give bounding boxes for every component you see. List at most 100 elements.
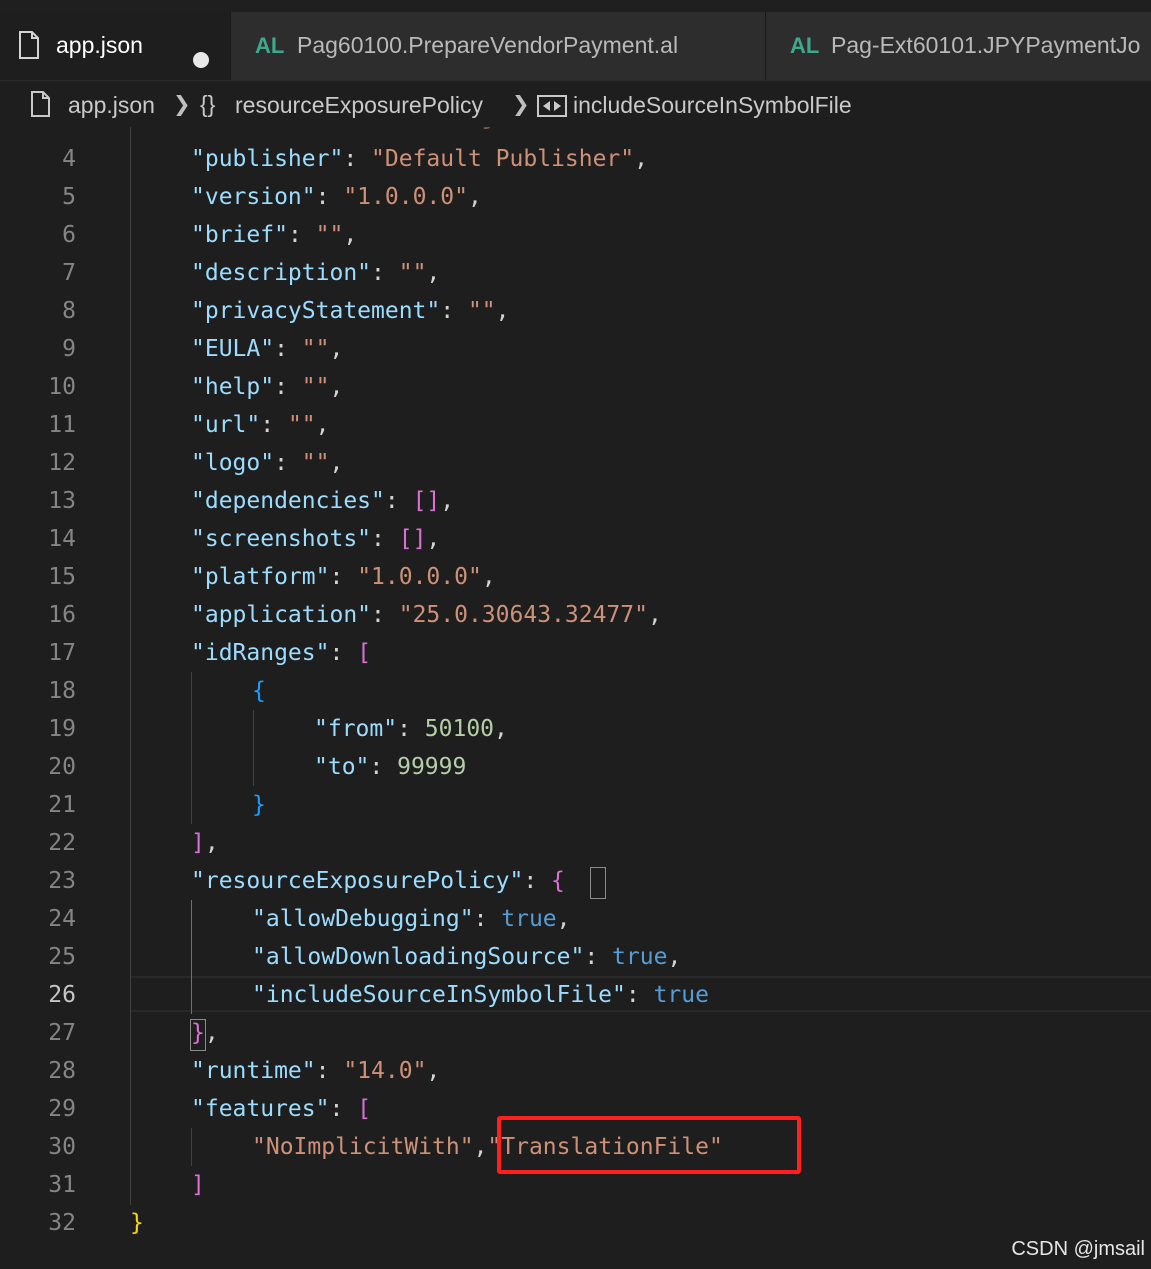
code-line: 26 "includeSourceInSymbolFile": true [0, 977, 1151, 1015]
line-number: 32 [48, 1210, 76, 1236]
line-number: 28 [48, 1058, 76, 1084]
al-file-icon: AL [790, 33, 820, 58]
code-line: 23 "resourceExposurePolicy": { [0, 863, 1151, 901]
line-text: } [130, 1210, 144, 1236]
line-text: "brief": "", [191, 222, 358, 248]
title-strip [0, 0, 1151, 12]
line-text: "publisher": "Default Publisher", [191, 146, 648, 172]
tab-label: Pag60100.PrepareVendorPayment.al [297, 32, 679, 58]
line-number: 12 [48, 450, 76, 476]
code-line: 10 "help": "", [0, 369, 1151, 407]
line-number: 24 [48, 906, 76, 932]
line-text: "features": [ [191, 1096, 372, 1122]
code-line: 15 "platform": "1.0.0.0", [0, 559, 1151, 597]
line-number: 14 [48, 526, 76, 552]
line-number: 30 [48, 1134, 76, 1160]
code-line: 18 { [0, 673, 1151, 711]
code-line: 4 "publisher": "Default Publisher", [0, 141, 1151, 179]
line-text: "screenshots": [], [191, 526, 441, 552]
line-text: "to": 99999 [314, 754, 467, 780]
line-text: "url": "", [191, 412, 330, 438]
property-icon [537, 95, 567, 123]
line-number: 19 [48, 716, 76, 742]
line-number: 23 [48, 868, 76, 894]
line-text: "from": 50100, [314, 716, 508, 742]
al-file-icon: AL [255, 33, 285, 58]
line-number: 22 [48, 830, 76, 856]
line-text: { [252, 678, 266, 704]
breadcrumb-file[interactable]: app.json [68, 92, 155, 119]
code-line: 32 } [0, 1205, 1151, 1243]
line-number: 8 [62, 298, 76, 324]
code-line: 25 "allowDownloadingSource": true, [0, 939, 1151, 977]
line-text: "allowDownloadingSource": true, [252, 944, 682, 970]
line-text: ] [191, 1172, 205, 1198]
line-text: "application": "25.0.30643.32477", [191, 602, 662, 628]
code-line: 14 "screenshots": [], [0, 521, 1151, 559]
code-line: 5 "version": "1.0.0.0", [0, 179, 1151, 217]
line-number: 21 [48, 792, 76, 818]
line-number: 17 [48, 640, 76, 666]
line-text: ], [191, 830, 219, 856]
line-text: "logo": "", [191, 450, 344, 476]
code-line: 21 } [0, 787, 1151, 825]
code-line: 19 "from": 50100, [0, 711, 1151, 749]
line-number: 7 [62, 260, 76, 286]
code-line: 24 "allowDebugging": true, [0, 901, 1151, 939]
code-line: 7 "description": "", [0, 255, 1151, 293]
line-number: 11 [48, 412, 76, 438]
code-line: 6 "brief": "", [0, 217, 1151, 255]
line-text: "idRanges": [ [191, 640, 372, 666]
line-text: "name": "GeneratedProjectId", [191, 127, 593, 130]
breadcrumb-object[interactable]: resourceExposurePolicy [235, 92, 483, 119]
line-number: 9 [62, 336, 76, 362]
line-number: 13 [48, 488, 76, 514]
line-number: 16 [48, 602, 76, 628]
line-number: 27 [48, 1020, 76, 1046]
code-line: 3 "name": "GeneratedProjectId", [0, 127, 1151, 137]
line-number: 29 [48, 1096, 76, 1122]
tab-label: app.json [56, 32, 143, 58]
line-number: 10 [48, 374, 76, 400]
line-text: "resourceExposurePolicy": { [191, 868, 565, 894]
breadcrumb: app.json ❯ {} resourceExposurePolicy ❯ i… [0, 81, 1151, 127]
watermark: CSDN @jmsail [1011, 1238, 1145, 1260]
tab-app-json[interactable]: app.json [0, 12, 231, 80]
line-text: "platform": "1.0.0.0", [191, 564, 496, 590]
code-line: 17 "idRanges": [ [0, 635, 1151, 673]
line-text: "privacyStatement": "", [191, 298, 510, 324]
tab-bar: app.json AL Pag60100.PrepareVendorPaymen… [0, 0, 1151, 81]
line-number: 25 [48, 944, 76, 970]
line-number: 15 [48, 564, 76, 590]
line-number: 20 [48, 754, 76, 780]
line-text: "EULA": "", [191, 336, 344, 362]
code-line: 22 ], [0, 825, 1151, 863]
line-number: 5 [62, 184, 76, 210]
code-line: 27 }, [0, 1015, 1151, 1053]
line-number: 4 [62, 146, 76, 172]
line-text: "dependencies": [], [191, 488, 455, 514]
code-line: 13 "dependencies": [], [0, 483, 1151, 521]
code-line: 20 "to": 99999 [0, 749, 1151, 787]
line-text: "description": "", [191, 260, 441, 286]
breadcrumb-property[interactable]: includeSourceInSymbolFile [573, 92, 852, 119]
code-editor[interactable]: 3 "name": "GeneratedProjectId", 4 "publi… [0, 127, 1151, 1269]
tab-jpy-payment[interactable]: AL Pag-Ext60101.JPYPaymentJo [766, 12, 1151, 80]
code-line: 11 "url": "", [0, 407, 1151, 445]
file-icon [30, 90, 52, 124]
code-line: 28 "runtime": "14.0", [0, 1053, 1151, 1091]
line-number: 18 [48, 678, 76, 704]
chevron-right-icon: ❯ [512, 93, 530, 116]
line-text: "version": "1.0.0.0", [191, 184, 482, 210]
line-text: }, [191, 1020, 219, 1046]
file-icon [17, 30, 41, 64]
line-text: "includeSourceInSymbolFile": true [252, 982, 709, 1008]
line-number: 31 [48, 1172, 76, 1198]
code-line: 9 "EULA": "", [0, 331, 1151, 369]
unsaved-dot-icon[interactable] [193, 52, 209, 68]
line-text: "runtime": "14.0", [191, 1058, 441, 1084]
line-number: 6 [62, 222, 76, 248]
tab-prepare-vendor-payment[interactable]: AL Pag60100.PrepareVendorPayment.al [231, 12, 766, 80]
line-text: "help": "", [191, 374, 344, 400]
line-text: "allowDebugging": true, [252, 906, 571, 932]
